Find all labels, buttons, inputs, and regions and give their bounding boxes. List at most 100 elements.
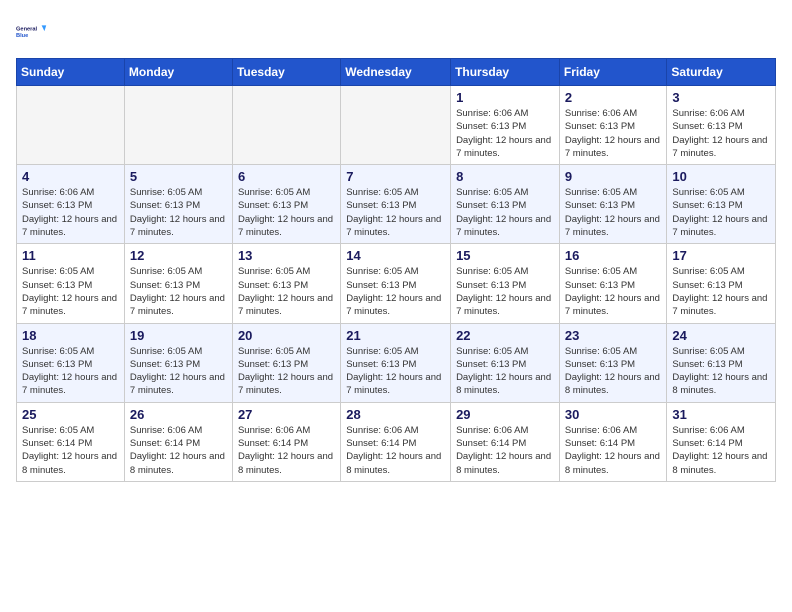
day-number: 13 (238, 248, 335, 263)
logo: GeneralBlue (16, 16, 48, 48)
calendar-day-cell: 29Sunrise: 6:06 AMSunset: 6:14 PMDayligh… (451, 402, 560, 481)
calendar-day-cell: 7Sunrise: 6:05 AMSunset: 6:13 PMDaylight… (341, 165, 451, 244)
day-number: 11 (22, 248, 119, 263)
calendar-day-cell (17, 86, 125, 165)
day-number: 6 (238, 169, 335, 184)
weekday-header-friday: Friday (559, 59, 667, 86)
day-info: Sunrise: 6:05 AMSunset: 6:13 PMDaylight:… (346, 186, 445, 239)
day-number: 22 (456, 328, 554, 343)
day-number: 17 (672, 248, 770, 263)
calendar-day-cell (232, 86, 340, 165)
day-number: 26 (130, 407, 227, 422)
calendar-day-cell: 12 Sunrise: 6:05 AMSunset: 6:13 PMDayligh… (124, 244, 232, 323)
day-number: 19 (130, 328, 227, 343)
day-number: 24 (672, 328, 770, 343)
calendar-day-cell: 13 Sunrise: 6:05 AMSunset: 6:13 PMDayligh… (232, 244, 340, 323)
day-info: Sunrise: 6:06 AMSunset: 6:14 PMDaylight:… (565, 424, 662, 477)
page-header: GeneralBlue (16, 16, 776, 48)
day-info: Sunrise: 6:05 AMSunset: 6:13 PMDaylight:… (565, 265, 662, 318)
day-number: 3 (672, 90, 770, 105)
calendar-day-cell: 10 Sunrise: 6:05 AMSunset: 6:13 PMDayligh… (667, 165, 776, 244)
day-info: Sunrise: 6:06 AMSunset: 6:14 PMDaylight:… (672, 424, 770, 477)
weekday-header-sunday: Sunday (17, 59, 125, 86)
calendar-day-cell: 27Sunrise: 6:06 AMSunset: 6:14 PMDayligh… (232, 402, 340, 481)
day-number: 27 (238, 407, 335, 422)
calendar-day-cell: 30 Sunrise: 6:06 AMSunset: 6:14 PMDayligh… (559, 402, 667, 481)
calendar-day-cell: 25Sunrise: 6:05 AMSunset: 6:14 PMDayligh… (17, 402, 125, 481)
day-number: 1 (456, 90, 554, 105)
calendar-day-cell (124, 86, 232, 165)
day-info: Sunrise: 6:05 AMSunset: 6:13 PMDaylight:… (565, 186, 662, 239)
day-info: Sunrise: 6:05 AMSunset: 6:13 PMDaylight:… (456, 345, 554, 398)
logo-icon: GeneralBlue (16, 16, 48, 48)
calendar-day-cell: 18 Sunrise: 6:05 AMSunset: 6:13 PMDayligh… (17, 323, 125, 402)
day-info: Sunrise: 6:05 AMSunset: 6:13 PMDaylight:… (672, 265, 770, 318)
day-number: 15 (456, 248, 554, 263)
day-info: Sunrise: 6:05 AMSunset: 6:13 PMDaylight:… (238, 345, 335, 398)
day-info: Sunrise: 6:05 AMSunset: 6:13 PMDaylight:… (456, 186, 554, 239)
svg-text:General: General (16, 26, 38, 32)
day-info: Sunrise: 6:05 AMSunset: 6:13 PMDaylight:… (130, 186, 227, 239)
day-info: Sunrise: 6:05 AMSunset: 6:14 PMDaylight:… (22, 424, 119, 477)
day-info: Sunrise: 6:05 AMSunset: 6:13 PMDaylight:… (456, 265, 554, 318)
calendar-week-row: 4 Sunrise: 6:06 AMSunset: 6:13 PMDaylight… (17, 165, 776, 244)
calendar-day-cell (341, 86, 451, 165)
day-info: Sunrise: 6:06 AMSunset: 6:14 PMDaylight:… (346, 424, 445, 477)
calendar-day-cell: 15 Sunrise: 6:05 AMSunset: 6:13 PMDayligh… (451, 244, 560, 323)
day-info: Sunrise: 6:05 AMSunset: 6:13 PMDaylight:… (672, 186, 770, 239)
calendar-day-cell: 31 Sunrise: 6:06 AMSunset: 6:14 PMDayligh… (667, 402, 776, 481)
day-info: Sunrise: 6:06 AMSunset: 6:13 PMDaylight:… (565, 107, 662, 160)
calendar-day-cell: 11 Sunrise: 6:05 AMSunset: 6:13 PMDayligh… (17, 244, 125, 323)
calendar-day-cell: 28 Sunrise: 6:06 AMSunset: 6:14 PMDayligh… (341, 402, 451, 481)
day-number: 5 (130, 169, 227, 184)
day-number: 4 (22, 169, 119, 184)
calendar-day-cell: 14Sunrise: 6:05 AMSunset: 6:13 PMDayligh… (341, 244, 451, 323)
day-info: Sunrise: 6:05 AMSunset: 6:13 PMDaylight:… (238, 265, 335, 318)
day-number: 18 (22, 328, 119, 343)
weekday-header-wednesday: Wednesday (341, 59, 451, 86)
weekday-header-saturday: Saturday (667, 59, 776, 86)
calendar-day-cell: 4 Sunrise: 6:06 AMSunset: 6:13 PMDaylight… (17, 165, 125, 244)
day-number: 12 (130, 248, 227, 263)
day-info: Sunrise: 6:05 AMSunset: 6:13 PMDaylight:… (130, 345, 227, 398)
day-number: 16 (565, 248, 662, 263)
weekday-header-row: SundayMondayTuesdayWednesdayThursdayFrid… (17, 59, 776, 86)
day-number: 28 (346, 407, 445, 422)
day-number: 9 (565, 169, 662, 184)
day-info: Sunrise: 6:06 AMSunset: 6:13 PMDaylight:… (22, 186, 119, 239)
day-number: 29 (456, 407, 554, 422)
calendar-day-cell: 6 Sunrise: 6:05 AMSunset: 6:13 PMDaylight… (232, 165, 340, 244)
calendar-day-cell: 22 Sunrise: 6:05 AMSunset: 6:13 PMDayligh… (451, 323, 560, 402)
day-number: 14 (346, 248, 445, 263)
day-number: 2 (565, 90, 662, 105)
calendar-day-cell: 19 Sunrise: 6:05 AMSunset: 6:13 PMDayligh… (124, 323, 232, 402)
day-info: Sunrise: 6:05 AMSunset: 6:13 PMDaylight:… (346, 345, 445, 398)
calendar-week-row: 11 Sunrise: 6:05 AMSunset: 6:13 PMDayligh… (17, 244, 776, 323)
calendar-day-cell: 1 Sunrise: 6:06 AMSunset: 6:13 PMDaylight… (451, 86, 560, 165)
calendar-day-cell: 16 Sunrise: 6:05 AMSunset: 6:13 PMDayligh… (559, 244, 667, 323)
calendar-week-row: 18 Sunrise: 6:05 AMSunset: 6:13 PMDayligh… (17, 323, 776, 402)
calendar-week-row: 25Sunrise: 6:05 AMSunset: 6:14 PMDayligh… (17, 402, 776, 481)
day-number: 10 (672, 169, 770, 184)
day-info: Sunrise: 6:05 AMSunset: 6:13 PMDaylight:… (238, 186, 335, 239)
weekday-header-thursday: Thursday (451, 59, 560, 86)
calendar-day-cell: 8Sunrise: 6:05 AMSunset: 6:13 PMDaylight… (451, 165, 560, 244)
day-info: Sunrise: 6:05 AMSunset: 6:13 PMDaylight:… (130, 265, 227, 318)
calendar-day-cell: 5 Sunrise: 6:05 AMSunset: 6:13 PMDaylight… (124, 165, 232, 244)
day-info: Sunrise: 6:05 AMSunset: 6:13 PMDaylight:… (22, 345, 119, 398)
calendar-day-cell: 26Sunrise: 6:06 AMSunset: 6:14 PMDayligh… (124, 402, 232, 481)
calendar-day-cell: 23 Sunrise: 6:05 AMSunset: 6:13 PMDayligh… (559, 323, 667, 402)
day-info: Sunrise: 6:06 AMSunset: 6:13 PMDaylight:… (672, 107, 770, 160)
svg-text:Blue: Blue (16, 33, 28, 39)
day-number: 30 (565, 407, 662, 422)
day-info: Sunrise: 6:05 AMSunset: 6:13 PMDaylight:… (22, 265, 119, 318)
day-info: Sunrise: 6:06 AMSunset: 6:13 PMDaylight:… (456, 107, 554, 160)
day-number: 21 (346, 328, 445, 343)
day-number: 23 (565, 328, 662, 343)
day-info: Sunrise: 6:05 AMSunset: 6:13 PMDaylight:… (565, 345, 662, 398)
calendar-table: SundayMondayTuesdayWednesdayThursdayFrid… (16, 58, 776, 482)
calendar-day-cell: 24Sunrise: 6:05 AMSunset: 6:13 PMDayligh… (667, 323, 776, 402)
day-number: 31 (672, 407, 770, 422)
day-number: 20 (238, 328, 335, 343)
calendar-day-cell: 17 Sunrise: 6:05 AMSunset: 6:13 PMDayligh… (667, 244, 776, 323)
